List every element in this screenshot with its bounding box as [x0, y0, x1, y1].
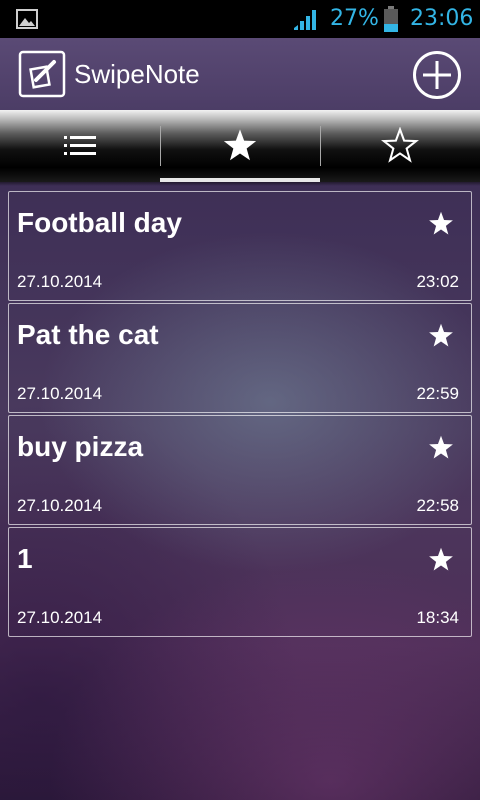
- note-date: 27.10.2014: [17, 384, 103, 403]
- note-item[interactable]: buy pizza 27.10.2014 22:58: [8, 415, 472, 525]
- status-bar: 27% 23:06: [0, 0, 480, 38]
- tab-bar-shadow: [0, 182, 480, 186]
- gallery-icon: [16, 9, 38, 29]
- battery-percentage: 27%: [330, 6, 379, 31]
- status-clock: 23:06: [410, 6, 474, 31]
- star-filled-icon[interactable]: [427, 546, 455, 574]
- note-item[interactable]: 1 27.10.2014 18:34: [8, 527, 472, 637]
- note-date: 27.10.2014: [17, 496, 103, 515]
- notes-list[interactable]: Football day 27.10.2014 23:02 Pat the ca…: [0, 182, 480, 800]
- tab-all-notes[interactable]: [0, 110, 160, 182]
- note-item[interactable]: Pat the cat 27.10.2014 22:59: [8, 303, 472, 413]
- note-time: 22:58: [416, 496, 459, 515]
- app-title: SwipeNote: [74, 59, 200, 89]
- battery-icon: [384, 6, 398, 32]
- note-pencil-icon: [18, 50, 66, 98]
- note-time: 22:59: [416, 384, 459, 403]
- tab-bar: [0, 110, 480, 182]
- note-title: buy pizza: [17, 431, 144, 462]
- signal-icon: [294, 10, 316, 30]
- list-icon: [64, 136, 96, 155]
- star-filled-icon[interactable]: [427, 210, 455, 238]
- star-filled-icon[interactable]: [427, 322, 455, 350]
- note-date: 27.10.2014: [17, 608, 103, 627]
- star-filled-icon: [223, 129, 257, 161]
- note-item[interactable]: Football day 27.10.2014 23:02: [8, 191, 472, 301]
- tab-unstarred[interactable]: [320, 110, 480, 182]
- note-title: Football day: [17, 207, 182, 238]
- action-bar: SwipeNote: [0, 38, 480, 110]
- note-title: 1: [17, 543, 33, 574]
- note-date: 27.10.2014: [17, 272, 103, 291]
- star-filled-icon[interactable]: [427, 434, 455, 462]
- add-note-button[interactable]: [412, 50, 462, 100]
- note-title: Pat the cat: [17, 319, 159, 350]
- note-time: 23:02: [416, 272, 459, 291]
- star-outline-icon: [381, 127, 419, 163]
- tab-starred[interactable]: [160, 110, 320, 182]
- note-time: 18:34: [416, 608, 459, 627]
